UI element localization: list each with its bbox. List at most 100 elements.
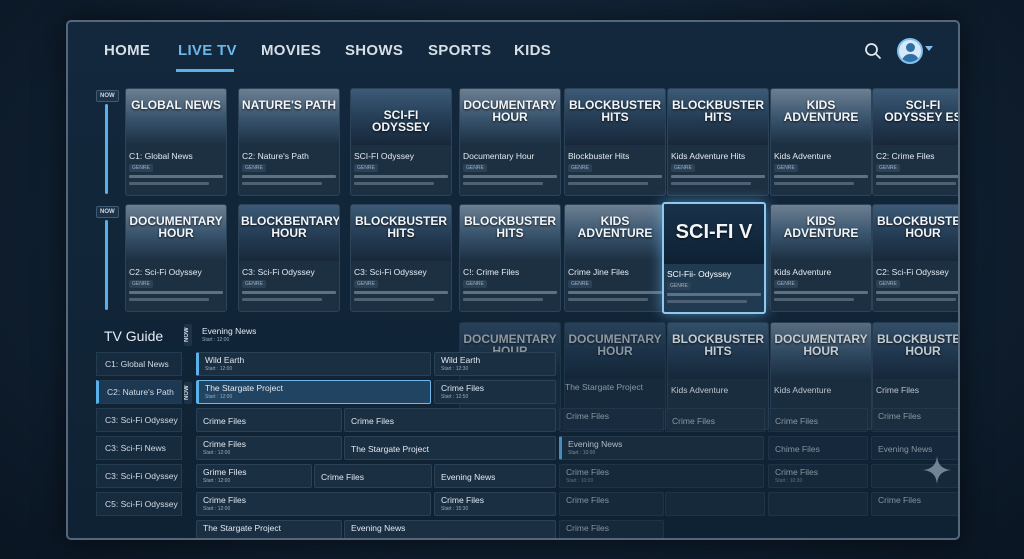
guide-program[interactable]: Crime Files Start : 12:00 [196, 436, 342, 460]
card-description [876, 182, 956, 185]
guide-program[interactable]: Wild Earth Start : 12:00 [196, 352, 431, 376]
card-description [876, 291, 958, 294]
card-description [354, 175, 448, 178]
channel-card[interactable]: Blockbuster Hits Blockbuster Hits GENRE [564, 88, 666, 196]
guide-program[interactable]: Grime Files Start : 12:00 [196, 464, 312, 488]
nav-kids[interactable]: KIDS [514, 42, 551, 59]
thumbnail-title: Kids Adventure [783, 98, 859, 124]
thumbnail-title: Blockbuster Hour [877, 332, 960, 358]
nav-home[interactable]: HOME [104, 42, 150, 59]
card-description [463, 298, 543, 301]
guide-program[interactable]: Wild Earth Start : 12:30 [434, 352, 556, 376]
guide-channel-label[interactable]: C3: Sci-Fi Odyssey [96, 408, 182, 432]
guide-program-selected[interactable]: The Stargate Project Start : 12:00 [196, 380, 431, 404]
card-description [568, 175, 662, 178]
faded-guide-program: Crime Files [559, 492, 664, 516]
genre-tag: GENRE [667, 282, 691, 290]
guide-program[interactable]: Evening News [344, 520, 556, 538]
thumbnail-title: Kids Adventure [783, 214, 859, 240]
card-title: C2: Crime Files [876, 151, 935, 161]
guide-program[interactable]: Evening News Start : 12:00 [196, 324, 456, 348]
sparkle-icon [923, 456, 951, 484]
faded-guide-program: Chime Files [768, 436, 868, 460]
genre-tag: GENRE [774, 164, 798, 172]
channel-card[interactable]: Blockbuster Hits Kids Adventure Hits GEN… [667, 88, 769, 196]
guide-channel-label[interactable]: C5: Sci-Fi Odyssey [96, 492, 182, 516]
guide-program[interactable]: Crime Files Start : 12:00 [196, 492, 431, 516]
card-description [463, 182, 543, 185]
channel-card[interactable]: Sci-Fi Odyssey SCI-FI Odyssey GENRE [350, 88, 452, 196]
card-title: C3: Sci-Fi Odyssey [242, 267, 315, 277]
nav-sports[interactable]: SPORTS [428, 42, 491, 59]
thumbnail-title: Blockbentary Hour [241, 214, 340, 240]
guide-channel-label[interactable]: C3: Sci-Fi Odyssey [96, 464, 182, 488]
guide-program[interactable]: The Stargate Project [196, 520, 342, 538]
faded-guide-program: Crime Files [871, 408, 958, 432]
profile-avatar-icon[interactable] [897, 38, 923, 64]
thumbnail-title: Global News [131, 98, 221, 112]
genre-tag: GENRE [876, 280, 900, 288]
genre-tag: GENRE [876, 164, 900, 172]
faded-guide-program: The Stargate Project [565, 382, 643, 392]
channel-card[interactable]: Documentary Hour C2: Sci-Fi Odyssey GENR… [125, 204, 227, 312]
thumbnail-title: Blockbuster Hits [464, 214, 556, 240]
card-title: Documentary Hour [463, 151, 535, 161]
faded-guide-program: Evening News Start : 10:00 [559, 436, 764, 460]
nav-live-tv[interactable]: LIVE TV [178, 42, 237, 59]
channel-card[interactable]: Kids Adventure Crime Jine Files GENRE [564, 204, 666, 312]
genre-tag: GENRE [129, 164, 153, 172]
channel-card[interactable]: Documentary Hour Documentary Hour GENRE [459, 88, 561, 196]
chevron-down-icon[interactable] [925, 46, 933, 51]
card-description [463, 175, 557, 178]
guide-program[interactable]: Crime Files Start : 15:30 [434, 492, 556, 516]
card-description [354, 182, 434, 185]
card-title: Kids Adventure Hits [671, 151, 746, 161]
genre-tag: GENRE [463, 280, 487, 288]
card-title: SCI-FI Odyssey [354, 151, 414, 161]
guide-channel-label[interactable]: C1: Global News [96, 352, 182, 376]
card-description [242, 291, 336, 294]
guide-program[interactable]: Crime Files [314, 464, 432, 488]
faded-guide-program: Crime Files [559, 520, 664, 538]
thumbnail-title: Sci-Fi Odyssey [371, 108, 431, 134]
faded-guide-program: Crime Files Start : 10:00 [559, 464, 764, 488]
guide-program[interactable]: Evening News [434, 464, 556, 488]
faded-guide-program: Crime Files [871, 492, 958, 516]
channel-card[interactable]: Kids Adventure Kids Adventure GENRE [770, 88, 872, 196]
channel-card[interactable]: Kids Adventure Kids Adventure GENRE [770, 204, 872, 312]
channel-card[interactable]: SCI-FI ODYSSEY ES C2: Crime Files GENRE [872, 88, 958, 196]
channel-card[interactable]: Nature's Path C2: Nature's Path GENRE [238, 88, 340, 196]
row-now-marker: NOW [96, 206, 119, 310]
guide-program[interactable]: Crime Files [344, 408, 556, 432]
thumbnail-title: Documentary Hour [463, 98, 557, 124]
top-navigation: HOME LIVE TV MOVIES SHOWS SPORTS KIDS [68, 22, 958, 78]
card-description [354, 291, 448, 294]
nav-movies[interactable]: MOVIES [261, 42, 321, 59]
card-title: Crime Files [876, 385, 919, 395]
channel-card[interactable]: Blockbuster Hour C2: Sci-Fi Odyssey GENR… [872, 204, 958, 312]
faded-guide-program: Crime Files [768, 408, 868, 432]
guide-channel-label[interactable]: C3: Sci-Fi News [96, 436, 182, 460]
nav-shows[interactable]: SHOWS [345, 42, 403, 59]
channel-card[interactable]: Blockbuster Hits C3: Sci-Fi Odyssey GENR… [350, 204, 452, 312]
guide-program[interactable]: Crime Files [196, 408, 342, 432]
channel-card[interactable]: Blockbentary Hour C3: Sci-Fi Odyssey GEN… [238, 204, 340, 312]
guide-program[interactable]: Crime Files Start : 12:50 [434, 380, 556, 404]
thumbnail-title: Documentary Hour [774, 332, 868, 358]
now-indicator-line [105, 104, 108, 194]
thumbnail-title: Blockbuster Hits [672, 332, 764, 358]
guide-channel-label-selected[interactable]: C2: Nature's Path [96, 380, 182, 404]
card-description [568, 298, 648, 301]
guide-program[interactable]: The Stargate Project [344, 436, 556, 460]
tv-screen: HOME LIVE TV MOVIES SHOWS SPORTS KIDS NO… [66, 20, 960, 540]
channel-card[interactable]: Global News C1: Global News GENRE [125, 88, 227, 196]
card-description [774, 182, 854, 185]
thumbnail-title: Blockbuster Hits [569, 98, 661, 124]
card-description [667, 293, 761, 296]
channel-card-focused[interactable]: SCI-FI V SCI-Fii- Odyssey GENRE [662, 202, 766, 314]
card-title: C2: Nature's Path [242, 151, 309, 161]
card-description [568, 291, 662, 294]
search-icon[interactable] [864, 42, 882, 60]
channel-card[interactable]: Blockbuster Hits C!: Crime Files GENRE [459, 204, 561, 312]
faded-guide-program: Crime Files [559, 408, 664, 432]
